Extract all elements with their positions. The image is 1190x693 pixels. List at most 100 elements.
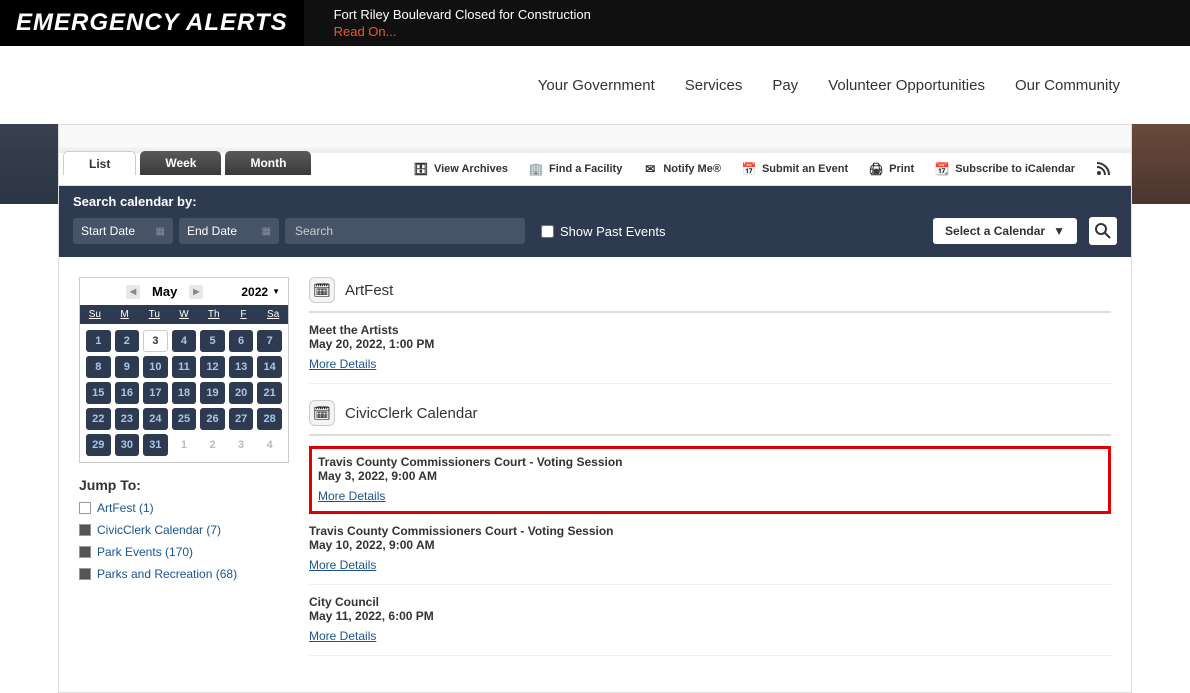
alert-message: Fort Riley Boulevard Closed for Construc…	[334, 7, 591, 22]
nav-services[interactable]: Services	[685, 77, 743, 94]
jump-to-label: Park Events (170)	[97, 545, 193, 559]
select-calendar-dropdown[interactable]: Select a Calendar ▼	[933, 218, 1077, 244]
mini-cal-day[interactable]: 4	[172, 330, 197, 352]
mini-cal-day[interactable]: 19	[200, 382, 225, 404]
mini-cal-day[interactable]: 8	[86, 356, 111, 378]
magnifier-icon	[1094, 222, 1112, 240]
notify-me-button[interactable]: ✉ Notify Me®	[642, 161, 721, 177]
event-item: Travis County Commissioners Court - Voti…	[309, 446, 1111, 514]
more-details-link[interactable]: More Details	[309, 357, 376, 371]
toolbar-label: Print	[889, 163, 914, 175]
mini-cal-day[interactable]: 11	[172, 356, 197, 378]
end-date-input[interactable]: End Date ▦	[179, 218, 279, 244]
mini-cal-day[interactable]: 20	[229, 382, 254, 404]
more-details-link[interactable]: More Details	[309, 558, 376, 572]
nav-volunteer[interactable]: Volunteer Opportunities	[828, 77, 985, 94]
mini-cal-day[interactable]: 26	[200, 408, 225, 430]
nav-your-government[interactable]: Your Government	[538, 77, 655, 94]
show-past-events-checkbox[interactable]: Show Past Events	[541, 224, 666, 239]
mini-cal-day[interactable]: 28	[257, 408, 282, 430]
mini-cal-day[interactable]: 12	[200, 356, 225, 378]
mini-cal-day[interactable]: 22	[86, 408, 111, 430]
more-details-link[interactable]: More Details	[318, 489, 385, 503]
mini-cal-day[interactable]: 10	[143, 356, 168, 378]
printer-icon: 🖨	[868, 161, 884, 177]
toolbar-label: Submit an Event	[762, 163, 848, 175]
search-input[interactable]	[285, 218, 525, 244]
mini-cal-day[interactable]: 14	[257, 356, 282, 378]
year-selector[interactable]: 2022 ▼	[241, 285, 280, 299]
mini-cal-day-name: Su	[80, 305, 110, 324]
mini-cal-day[interactable]: 4	[257, 434, 282, 456]
view-archives-button[interactable]: 🗄 View Archives	[413, 161, 508, 177]
search-button[interactable]	[1089, 217, 1117, 245]
mini-cal-day[interactable]: 17	[143, 382, 168, 404]
mini-cal-day[interactable]: 25	[172, 408, 197, 430]
tab-month[interactable]: Month	[225, 151, 311, 175]
nav-our-community[interactable]: Our Community	[1015, 77, 1120, 94]
event-title[interactable]: Meet the Artists	[309, 323, 1111, 337]
next-month-arrow[interactable]: ▶	[189, 285, 203, 299]
search-bar: Search calendar by: Start Date ▦ End Dat…	[59, 186, 1131, 257]
mini-cal-day[interactable]: 27	[229, 408, 254, 430]
bg-decoration-left	[0, 124, 58, 204]
submit-event-button[interactable]: 📅 Submit an Event	[741, 161, 848, 177]
event-date: May 20, 2022, 1:00 PM	[309, 337, 1111, 351]
calendar-icon: 🗓	[309, 277, 335, 303]
jump-to-item[interactable]: Parks and Recreation (68)	[79, 567, 289, 581]
calendar-picker-icon: ▦	[156, 226, 165, 237]
jump-to-label: CivicClerk Calendar (7)	[97, 523, 221, 537]
event-title[interactable]: City Council	[309, 595, 1111, 609]
jump-to-title: Jump To:	[79, 477, 289, 493]
subscribe-icalendar-button[interactable]: 📆 Subscribe to iCalendar	[934, 161, 1075, 177]
mini-cal-day[interactable]: 5	[200, 330, 225, 352]
jump-to-item[interactable]: Park Events (170)	[79, 545, 289, 559]
nav-pay[interactable]: Pay	[772, 77, 798, 94]
category-box-icon	[79, 546, 91, 558]
print-button[interactable]: 🖨 Print	[868, 161, 914, 177]
mini-cal-day[interactable]: 9	[115, 356, 140, 378]
main-nav: Your Government Services Pay Volunteer O…	[0, 46, 1190, 124]
toolbar-label: View Archives	[434, 163, 508, 175]
tab-list[interactable]: List	[63, 151, 136, 175]
mini-cal-day[interactable]: 2	[200, 434, 225, 456]
start-date-input[interactable]: Start Date ▦	[73, 218, 173, 244]
mini-cal-day[interactable]: 7	[257, 330, 282, 352]
mini-cal-day[interactable]: 30	[115, 434, 140, 456]
mini-cal-day[interactable]: 31	[143, 434, 168, 456]
mini-cal-day[interactable]: 18	[172, 382, 197, 404]
mini-cal-day[interactable]: 6	[229, 330, 254, 352]
find-facility-button[interactable]: 🏢 Find a Facility	[528, 161, 622, 177]
mini-cal-day[interactable]: 16	[115, 382, 140, 404]
end-date-placeholder: End Date	[187, 224, 237, 238]
mini-cal-day[interactable]: 3	[143, 330, 168, 352]
jump-to-item[interactable]: CivicClerk Calendar (7)	[79, 523, 289, 537]
emergency-alert-bar: EMERGENCY ALERTS Fort Riley Boulevard Cl…	[0, 0, 1190, 46]
mini-cal-day[interactable]: 3	[229, 434, 254, 456]
event-section: 🗓ArtFestMeet the ArtistsMay 20, 2022, 1:…	[309, 277, 1111, 384]
prev-month-arrow[interactable]: ◀	[126, 285, 140, 299]
mini-cal-day-name: Tu	[139, 305, 169, 324]
mini-cal-day[interactable]: 24	[143, 408, 168, 430]
mini-cal-day[interactable]: 29	[86, 434, 111, 456]
mini-cal-day-name: Sa	[258, 305, 288, 324]
mini-cal-day[interactable]: 1	[172, 434, 197, 456]
event-title[interactable]: Travis County Commissioners Court - Voti…	[309, 524, 1111, 538]
event-item: City CouncilMay 11, 2022, 6:00 PMMore De…	[309, 595, 1111, 656]
mini-cal-day[interactable]: 21	[257, 382, 282, 404]
search-label: Search calendar by:	[73, 194, 1117, 209]
tab-week[interactable]: Week	[140, 151, 221, 175]
more-details-link[interactable]: More Details	[309, 629, 376, 643]
mini-cal-day-header: SuMTuWThFSa	[80, 305, 288, 324]
mini-cal-day[interactable]: 15	[86, 382, 111, 404]
mini-cal-day-name: Th	[199, 305, 229, 324]
mini-cal-day[interactable]: 13	[229, 356, 254, 378]
mini-cal-day[interactable]: 1	[86, 330, 111, 352]
past-events-checkbox[interactable]	[541, 225, 554, 238]
event-title[interactable]: Travis County Commissioners Court - Voti…	[318, 455, 1102, 469]
mini-cal-day[interactable]: 23	[115, 408, 140, 430]
rss-button[interactable]	[1095, 161, 1111, 177]
alert-read-more-link[interactable]: Read On...	[334, 24, 591, 39]
jump-to-item[interactable]: ArtFest (1)	[79, 501, 289, 515]
mini-cal-day[interactable]: 2	[115, 330, 140, 352]
